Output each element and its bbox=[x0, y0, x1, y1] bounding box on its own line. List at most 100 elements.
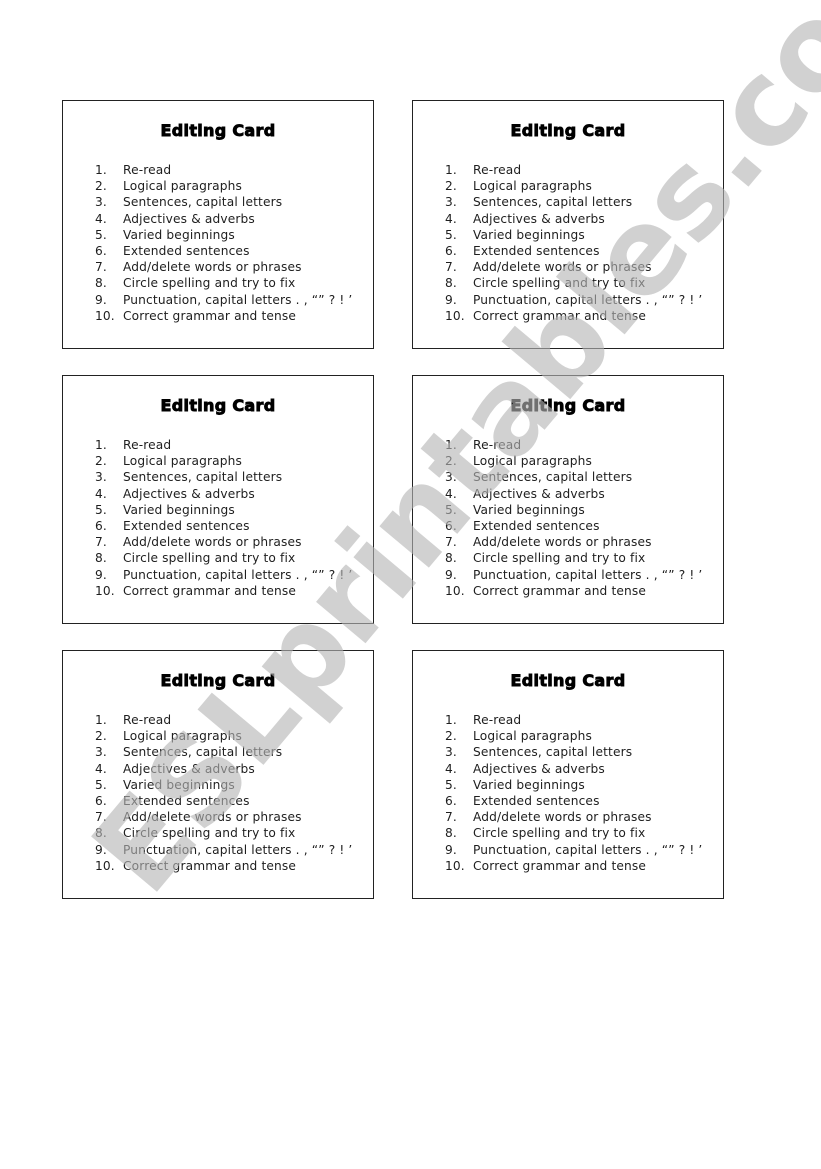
checklist-item: 3. Sentences, capital letters bbox=[445, 469, 702, 485]
checklist-item: 4. Adjectives & adverbs bbox=[95, 486, 352, 502]
checklist-item: 1. Re-read bbox=[95, 437, 352, 453]
editing-card: Editing Card 1. Re-read 2. Logical paragraph… bbox=[62, 100, 374, 349]
checklist-item: 2. Logical paragraphs bbox=[445, 453, 702, 469]
item-text: Logical paragraphs bbox=[473, 179, 592, 194]
item-text: Add/delete words or phrases bbox=[123, 535, 302, 550]
item-text: Logical paragraphs bbox=[473, 454, 592, 469]
editing-card: Editing Card 1. Re-read 2. Logical paragraph… bbox=[412, 375, 724, 624]
checklist-item: 2. Logical paragraphs bbox=[445, 178, 702, 194]
item-number: 9. bbox=[95, 842, 107, 857]
item-text: Punctuation, capital letters . , “” ? ! … bbox=[473, 292, 703, 307]
checklist-item: 10. Correct grammar and tense bbox=[95, 583, 352, 599]
checklist-item: 2. Logical paragraphs bbox=[95, 178, 352, 194]
item-number: 1. bbox=[95, 163, 107, 177]
checklist-item: 3. Sentences, capital letters bbox=[445, 194, 702, 210]
item-number: 2. bbox=[445, 179, 457, 194]
checklist-item: 6. Extended sentences bbox=[445, 518, 702, 534]
item-number: 1. bbox=[95, 438, 107, 452]
checklist-item: 5. Varied beginnings bbox=[445, 777, 702, 793]
checklist-item: 2. Logical paragraphs bbox=[95, 728, 352, 744]
item-number: 5. bbox=[95, 777, 107, 792]
checklist-item: 6. Extended sentences bbox=[95, 793, 352, 809]
item-number: 2. bbox=[95, 454, 107, 469]
item-number: 10. bbox=[445, 858, 465, 873]
editing-checklist: 1. Re-read 2. Logical paragraphs 3. Sentences… bbox=[95, 162, 352, 324]
checklist-item: 10. Correct grammar and tense bbox=[445, 583, 702, 599]
item-text: Punctuation, capital letters . , “” ? ! … bbox=[123, 567, 353, 582]
checklist-item: 5. Varied beginnings bbox=[95, 227, 352, 243]
item-number: 10. bbox=[445, 308, 465, 323]
item-number: 4. bbox=[445, 486, 457, 501]
item-text: Logical paragraphs bbox=[123, 729, 242, 744]
card-title: Editing Card bbox=[160, 671, 276, 691]
checklist-item: 2. Logical paragraphs bbox=[445, 728, 702, 744]
item-number: 7. bbox=[95, 810, 107, 825]
item-text: Sentences, capital letters bbox=[123, 195, 283, 210]
item-number: 10. bbox=[95, 583, 115, 598]
item-text: Add/delete words or phrases bbox=[473, 810, 652, 825]
checklist-item: 10. Correct grammar and tense bbox=[95, 308, 352, 324]
checklist-item: 5. Varied beginnings bbox=[445, 227, 702, 243]
item-text: Correct grammar and tense bbox=[473, 583, 647, 598]
item-number: 9. bbox=[445, 292, 457, 307]
editing-card: Editing Card 1. Re-read 2. Logical paragraph… bbox=[412, 650, 724, 899]
item-text: Sentences, capital letters bbox=[473, 470, 633, 485]
item-text: Varied beginnings bbox=[123, 777, 235, 792]
item-text: Circle spelling and try to fix bbox=[123, 826, 296, 841]
item-number: 8. bbox=[445, 276, 457, 291]
item-number: 9. bbox=[445, 567, 457, 582]
item-number: 10. bbox=[95, 308, 115, 323]
checklist-item: 9. Punctuation, capital letters . , “” ? … bbox=[445, 567, 702, 583]
checklist-item: 3. Sentences, capital letters bbox=[445, 744, 702, 760]
checklist-item: 10. Correct grammar and tense bbox=[445, 858, 702, 874]
item-number: 7. bbox=[95, 535, 107, 550]
item-text: Correct grammar and tense bbox=[123, 583, 297, 598]
checklist-item: 8. Circle spelling and try to fix bbox=[95, 275, 352, 291]
item-number: 9. bbox=[445, 842, 457, 857]
item-number: 1. bbox=[445, 713, 457, 727]
checklist-item: 7. Add/delete words or phrases bbox=[95, 809, 352, 825]
item-number: 1. bbox=[445, 163, 457, 177]
item-text: Re-read bbox=[473, 713, 522, 727]
checklist-item: 7. Add/delete words or phrases bbox=[445, 534, 702, 550]
item-number: 5. bbox=[95, 227, 107, 242]
item-text: Varied beginnings bbox=[473, 227, 585, 242]
checklist-item: 3. Sentences, capital letters bbox=[95, 194, 352, 210]
item-number: 6. bbox=[445, 243, 457, 258]
editing-checklist: 1. Re-read 2. Logical paragraphs 3. Sentences… bbox=[95, 712, 352, 874]
item-text: Circle spelling and try to fix bbox=[473, 276, 646, 291]
item-text: Sentences, capital letters bbox=[123, 745, 283, 760]
item-number: 6. bbox=[95, 243, 107, 258]
item-number: 4. bbox=[445, 761, 457, 776]
item-number: 5. bbox=[95, 502, 107, 517]
checklist-item: 4. Adjectives & adverbs bbox=[95, 211, 352, 227]
checklist-item: 4. Adjectives & adverbs bbox=[445, 211, 702, 227]
checklist-item: 8. Circle spelling and try to fix bbox=[445, 275, 702, 291]
checklist-item: 1. Re-read bbox=[95, 162, 352, 178]
item-number: 2. bbox=[445, 454, 457, 469]
editing-checklist: 1. Re-read 2. Logical paragraphs 3. Sentences… bbox=[95, 437, 352, 599]
item-number: 4. bbox=[445, 211, 457, 226]
item-text: Punctuation, capital letters . , “” ? ! … bbox=[123, 842, 353, 857]
item-text: Re-read bbox=[123, 163, 172, 177]
checklist-item: 7. Add/delete words or phrases bbox=[445, 809, 702, 825]
checklist-item: 9. Punctuation, capital letters . , “” ? … bbox=[95, 292, 352, 308]
card-title: Editing Card bbox=[160, 396, 276, 416]
item-text: Adjectives & adverbs bbox=[473, 211, 605, 226]
checklist-item: 5. Varied beginnings bbox=[445, 502, 702, 518]
checklist-item: 6. Extended sentences bbox=[445, 243, 702, 259]
checklist-item: 3. Sentences, capital letters bbox=[95, 744, 352, 760]
checklist-item: 10. Correct grammar and tense bbox=[445, 308, 702, 324]
item-number: 3. bbox=[445, 470, 457, 485]
item-text: Extended sentences bbox=[123, 518, 250, 533]
editing-checklist: 1. Re-read 2. Logical paragraphs 3. Sentences… bbox=[445, 437, 702, 599]
checklist-item: 6. Extended sentences bbox=[95, 243, 352, 259]
item-number: 6. bbox=[445, 518, 457, 533]
checklist-item: 7. Add/delete words or phrases bbox=[445, 259, 702, 275]
item-text: Punctuation, capital letters . , “” ? ! … bbox=[473, 842, 703, 857]
item-text: Sentences, capital letters bbox=[473, 745, 633, 760]
checklist-item: 9. Punctuation, capital letters . , “” ? … bbox=[95, 842, 352, 858]
checklist-item: 1. Re-read bbox=[95, 712, 352, 728]
item-number: 7. bbox=[445, 535, 457, 550]
item-text: Correct grammar and tense bbox=[123, 858, 297, 873]
